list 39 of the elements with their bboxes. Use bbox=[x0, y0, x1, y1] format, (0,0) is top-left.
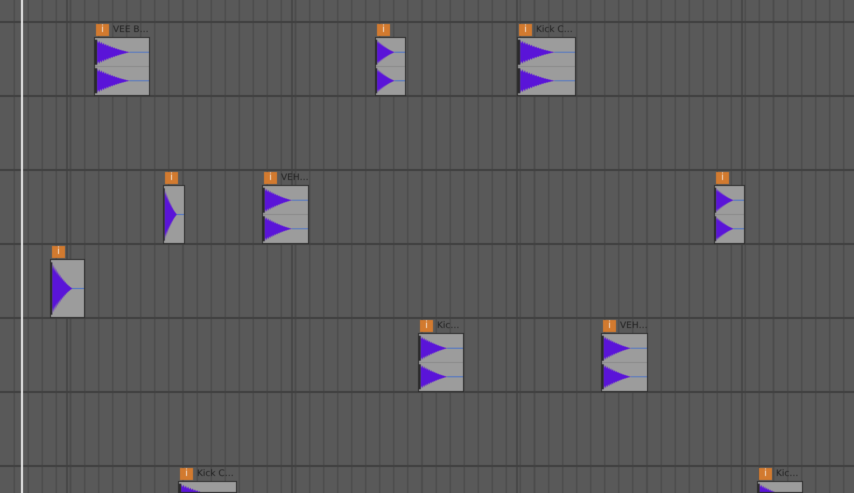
waveform-drawing bbox=[419, 334, 463, 391]
waveform-drawing bbox=[263, 186, 308, 243]
audio-clip[interactable] bbox=[50, 259, 85, 318]
info-badge[interactable]: i bbox=[165, 172, 178, 184]
waveform-drawing bbox=[602, 334, 647, 391]
waveform-drawing bbox=[715, 186, 744, 243]
audio-clip[interactable] bbox=[94, 37, 150, 96]
waveform-drawing bbox=[179, 482, 202, 492]
waveform-drawing bbox=[518, 38, 575, 95]
info-badge[interactable]: i bbox=[603, 320, 616, 332]
info-badge[interactable]: i bbox=[180, 468, 193, 480]
waveform-drawing bbox=[758, 482, 776, 492]
clip-name: Kick C… bbox=[197, 469, 234, 479]
clip-name: Kic… bbox=[776, 469, 798, 479]
clip-name: Kic… bbox=[437, 321, 460, 331]
audio-clip[interactable] bbox=[418, 333, 464, 392]
clip-name: Kick C… bbox=[536, 25, 573, 35]
audio-clip[interactable] bbox=[375, 37, 406, 96]
waveform-drawing bbox=[376, 38, 405, 95]
waveform-drawing bbox=[95, 38, 149, 95]
clip-name: VEE B… bbox=[113, 25, 149, 35]
info-badge[interactable]: i bbox=[52, 246, 65, 258]
clip-name: VEH… bbox=[620, 321, 648, 331]
info-badge[interactable]: i bbox=[420, 320, 433, 332]
waveform-drawing bbox=[164, 186, 184, 243]
audio-clip[interactable] bbox=[178, 481, 237, 493]
audio-clip[interactable] bbox=[757, 481, 803, 493]
audio-clip[interactable] bbox=[262, 185, 309, 244]
info-badge[interactable]: i bbox=[519, 24, 532, 36]
info-badge[interactable]: i bbox=[264, 172, 277, 184]
info-badge[interactable]: i bbox=[96, 24, 109, 36]
audio-clip[interactable] bbox=[163, 185, 185, 244]
audio-clip[interactable] bbox=[714, 185, 745, 244]
info-badge[interactable]: i bbox=[759, 468, 772, 480]
info-badge[interactable]: i bbox=[716, 172, 729, 184]
audio-clip[interactable] bbox=[601, 333, 648, 392]
clip-name: VEH… bbox=[281, 173, 309, 183]
audio-clip[interactable] bbox=[517, 37, 576, 96]
info-badge[interactable]: i bbox=[377, 24, 390, 36]
